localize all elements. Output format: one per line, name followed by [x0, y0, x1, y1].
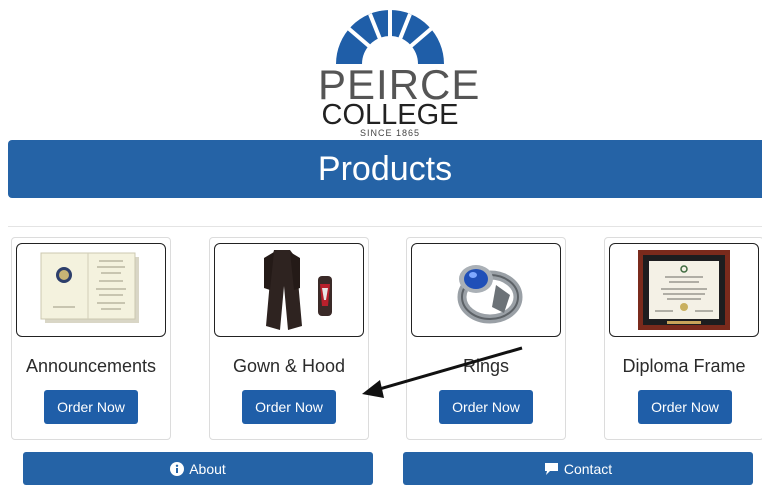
page-title: Products [317, 149, 453, 188]
product-label: Announcements [25, 356, 157, 376]
rings-image[interactable] [411, 243, 561, 337]
about-label: About [189, 460, 226, 477]
announcement-card-icon [40, 252, 139, 323]
college-logo: PEIRCE COLLEGE SINCE 1865 [318, 6, 479, 138]
gown-and-hood-icon [264, 250, 332, 330]
product-card-announcements: Announcements Order Now [11, 237, 171, 440]
product-card-rings: Rings Order Now [406, 237, 566, 440]
product-card-diploma-frame: Diploma Frame Order Now [604, 237, 762, 440]
gown-hood-image[interactable] [214, 243, 364, 337]
divider [8, 226, 762, 227]
logo-since-text: SINCE 1865 [359, 128, 421, 138]
announcements-image[interactable] [16, 243, 166, 337]
contact-label: Contact [563, 460, 613, 477]
logo-college-text: COLLEGE [321, 99, 459, 131]
order-now-button-rings[interactable]: Order Now [439, 390, 533, 424]
product-label: Diploma Frame [622, 356, 746, 376]
info-icon [170, 461, 185, 476]
contact-button[interactable]: Contact [403, 452, 753, 485]
diploma-frame-image[interactable] [609, 243, 759, 337]
product-card-gown-hood: Gown & Hood Order Now [209, 237, 369, 440]
about-button[interactable]: About [23, 452, 373, 485]
order-now-button-gown-hood[interactable]: Order Now [242, 390, 336, 424]
order-now-button-announcements[interactable]: Order Now [44, 390, 138, 424]
product-label: Gown & Hood [232, 356, 346, 376]
sunburst-logo-icon [336, 10, 444, 66]
products-banner: Products [8, 140, 762, 198]
order-now-button-diploma-frame[interactable]: Order Now [638, 390, 732, 424]
product-label: Rings [462, 356, 510, 376]
class-ring-icon [457, 265, 523, 324]
chat-bubble-icon [544, 462, 558, 475]
diploma-frame-icon [638, 250, 730, 330]
